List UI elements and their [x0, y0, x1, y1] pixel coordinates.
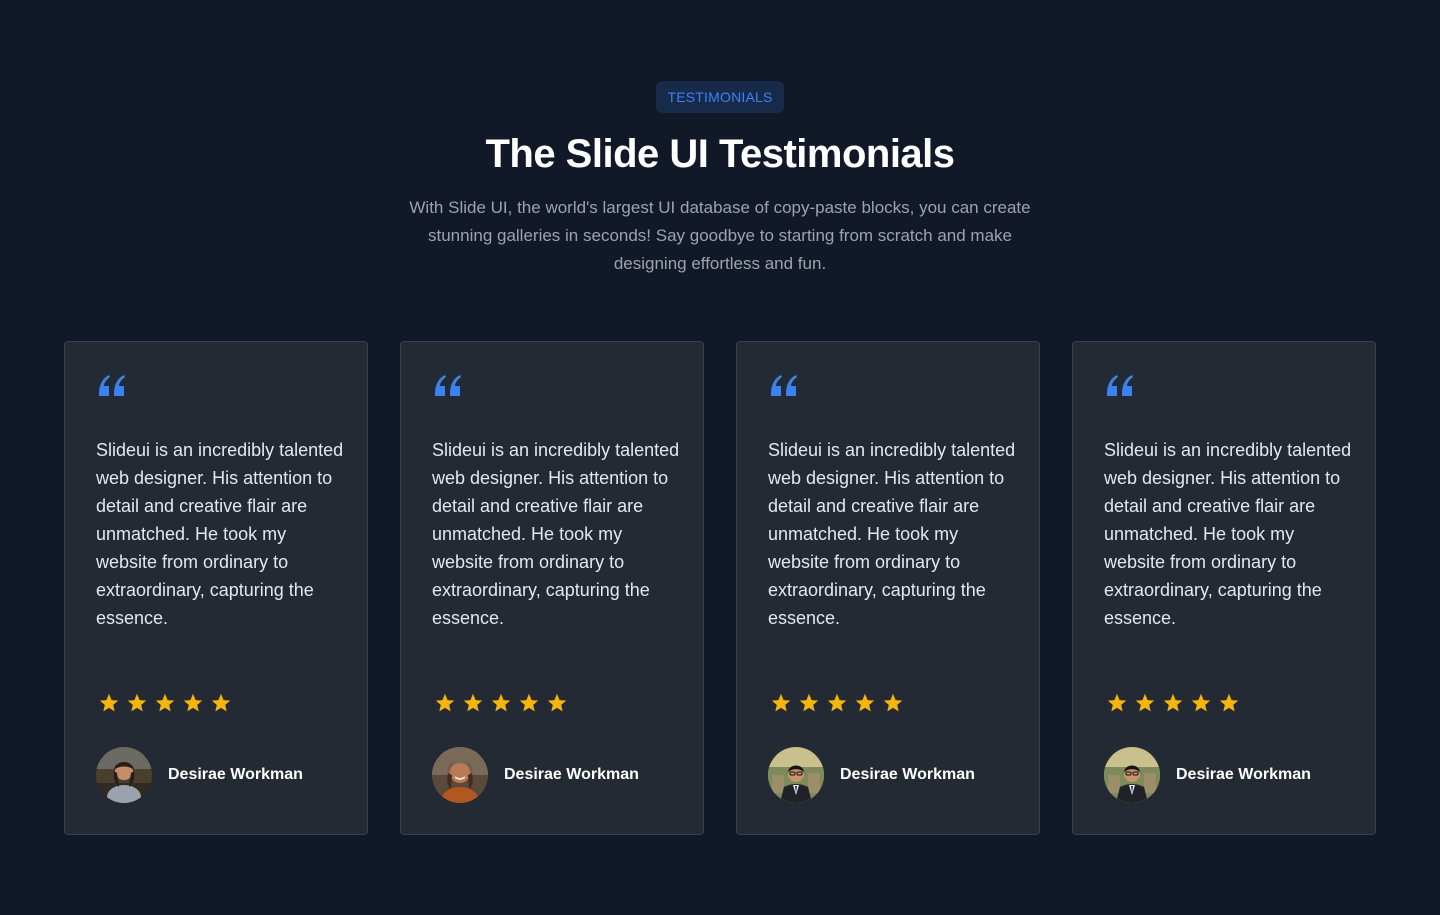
author-name: Desirae Workman	[840, 766, 975, 783]
star-rating	[769, 691, 905, 715]
author: Desirae Workman	[768, 747, 975, 803]
testimonial-text: Slideui is an incredibly talented web de…	[432, 440, 680, 628]
testimonial-card: Slideui is an incredibly talented web de…	[736, 341, 1040, 835]
testimonial-card: Slideui is an incredibly talented web de…	[64, 341, 368, 835]
star-icon	[1135, 693, 1155, 712]
avatar	[1104, 747, 1160, 803]
star-icon	[435, 693, 455, 712]
author: Desirae Workman	[1104, 747, 1311, 803]
testimonial-text: Slideui is an incredibly talented web de…	[96, 440, 344, 628]
star-icon	[1163, 693, 1183, 712]
star-icon	[1219, 693, 1239, 712]
testimonial-text: Slideui is an incredibly talented web de…	[768, 440, 1016, 628]
avatar	[768, 747, 824, 803]
star-icon	[519, 693, 539, 712]
star-icon	[211, 693, 231, 712]
quote-icon	[1107, 375, 1133, 396]
author: Desirae Workman	[432, 747, 639, 803]
star-icon	[183, 693, 203, 712]
star-icon	[99, 693, 119, 712]
testimonial-cards: Slideui is an incredibly talented web de…	[64, 341, 1376, 835]
avatar	[432, 747, 488, 803]
quote-icon	[771, 375, 797, 396]
star-rating	[97, 691, 233, 715]
star-icon	[155, 693, 175, 712]
quote-icon	[435, 375, 461, 396]
section-badge: TESTIMONIALS	[656, 81, 784, 113]
star-icon	[547, 693, 567, 712]
testimonials-section: TESTIMONIALS The Slide UI Testimonials W…	[0, 0, 1440, 915]
star-icon	[799, 693, 819, 712]
testimonial-text: Slideui is an incredibly talented web de…	[1104, 440, 1352, 628]
section-subtitle: With Slide UI, the world's largest UI da…	[409, 198, 1031, 273]
star-rating	[1105, 691, 1241, 715]
star-icon	[827, 693, 847, 712]
star-icon	[1107, 693, 1127, 712]
author-name: Desirae Workman	[168, 766, 303, 783]
author-name: Desirae Workman	[1176, 766, 1311, 783]
section-title: The Slide UI Testimonials	[485, 132, 955, 176]
star-icon	[491, 693, 511, 712]
star-icon	[883, 693, 903, 712]
quote-icon	[99, 375, 125, 396]
star-rating	[433, 691, 569, 715]
testimonial-card: Slideui is an incredibly talented web de…	[400, 341, 704, 835]
avatar	[96, 747, 152, 803]
star-icon	[1191, 693, 1211, 712]
star-icon	[771, 693, 791, 712]
author-name: Desirae Workman	[504, 766, 639, 783]
star-icon	[127, 693, 147, 712]
star-icon	[463, 693, 483, 712]
testimonial-card: Slideui is an incredibly talented web de…	[1072, 341, 1376, 835]
author: Desirae Workman	[96, 747, 303, 803]
star-icon	[855, 693, 875, 712]
